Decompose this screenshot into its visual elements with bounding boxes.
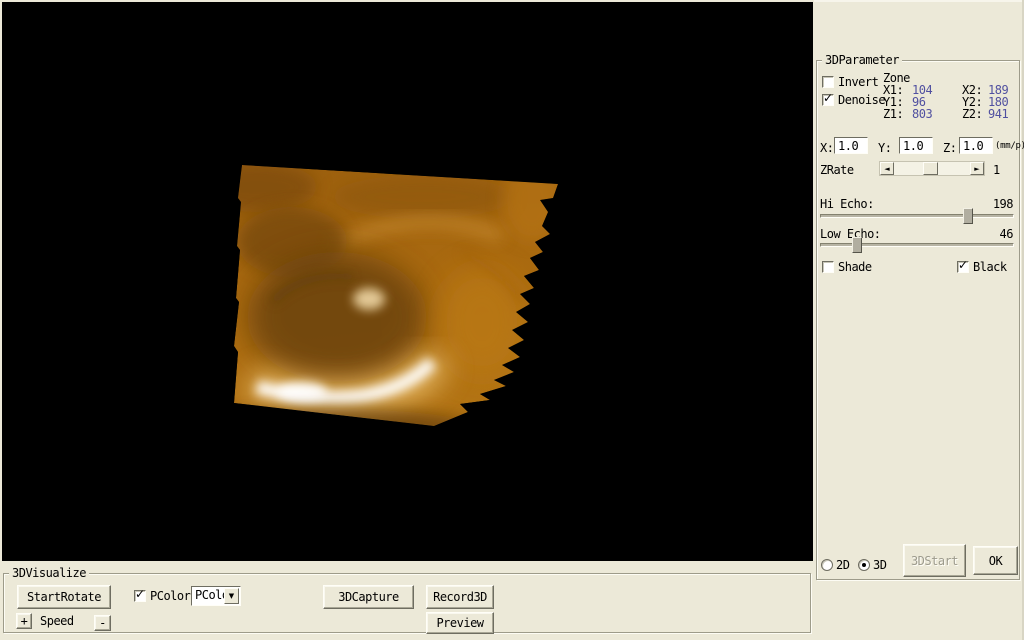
pcolor-label: PColor [150,589,191,603]
black-label: Black [973,260,1007,274]
invert-label: Invert [838,75,879,89]
shade-checkbox[interactable] [822,261,834,273]
shade-label: Shade [838,260,872,274]
zrate-label: ZRate [820,163,854,177]
speed-plus-button[interactable]: + [16,613,32,629]
speed-minus-button[interactable]: - [94,615,111,631]
y-scale-field[interactable] [899,137,933,154]
zrate-scrollbar[interactable]: ◄ ► [879,161,985,176]
black-checkbox[interactable] [957,258,969,273]
visualize-panel: 3DVisualize StartRotate + Speed - PColor… [0,561,814,640]
pcolor-dropdown[interactable]: PColor ▼ [191,586,241,606]
zrate-value: 1 [993,163,1000,177]
hi-echo-slider-thumb[interactable] [963,208,973,224]
chevron-down-icon[interactable]: ▼ [224,588,239,604]
group-title: 3DParameter [822,53,902,67]
hi-echo-value: 198 [992,197,1014,211]
preview-button[interactable]: Preview [426,612,494,634]
3d-radio[interactable] [858,559,870,571]
render-viewport[interactable] [2,2,813,561]
speed-label: Speed [40,614,74,628]
app-window: { "right_panel": { "title": "3DParameter… [0,0,1024,640]
pcolor-checkbox[interactable] [134,587,146,602]
3d-capture-button[interactable]: 3DCapture [323,585,414,609]
zone-z2-label: Z2: [962,107,983,121]
3d-start-button[interactable]: 3DStart [903,544,966,577]
zone-z1-label: Z1: [883,107,904,121]
denoise-checkbox[interactable] [822,91,834,106]
x-scale-label: X: [820,141,834,155]
low-echo-value: 46 [999,227,1014,241]
start-rotate-button[interactable]: StartRotate [17,585,111,609]
group-title: 3DVisualize [9,566,89,580]
low-echo-slider-thumb[interactable] [852,237,862,253]
3d-radio-label: 3D [873,558,887,572]
hi-echo-slider[interactable] [820,208,1014,224]
zone-z1-value: 803 [912,107,933,121]
denoise-label: Denoise [838,93,886,107]
low-echo-slider[interactable] [820,237,1014,253]
invert-checkbox[interactable] [822,76,834,88]
hi-echo-label: Hi Echo: [820,197,874,211]
zone-values: X1: 104 X2: 189 Y1: 96 Y2: 180 Z1: 803 Z… [883,84,1018,120]
3d-parameter-group: 3DParameter Invert Denoise Zone X1: 104 … [816,53,1024,580]
x-scale-field[interactable] [834,137,868,154]
y-scale-label: Y: [878,141,892,155]
ultrasound-volume-render [2,2,813,561]
zrate-scrollbar-thumb[interactable] [923,162,938,175]
low-echo-label: Low Echo: [820,227,881,241]
zone-z2-value: 941 [988,107,1009,121]
2d-radio-label: 2D [836,558,850,572]
scale-unit-label: (mm/p) [995,141,1024,151]
2d-radio[interactable] [821,559,833,571]
z-scale-field[interactable] [959,137,993,154]
parameter-panel: 3DParameter Invert Denoise Zone X1: 104 … [814,0,1024,640]
3d-visualize-group: 3DVisualize StartRotate + Speed - PColor… [3,566,811,634]
ok-button[interactable]: OK [973,546,1018,575]
z-scale-label: Z: [943,141,957,155]
zrate-right-arrow-icon[interactable]: ► [970,162,984,175]
record-3d-button[interactable]: Record3D [426,585,494,609]
zrate-left-arrow-icon[interactable]: ◄ [880,162,894,175]
